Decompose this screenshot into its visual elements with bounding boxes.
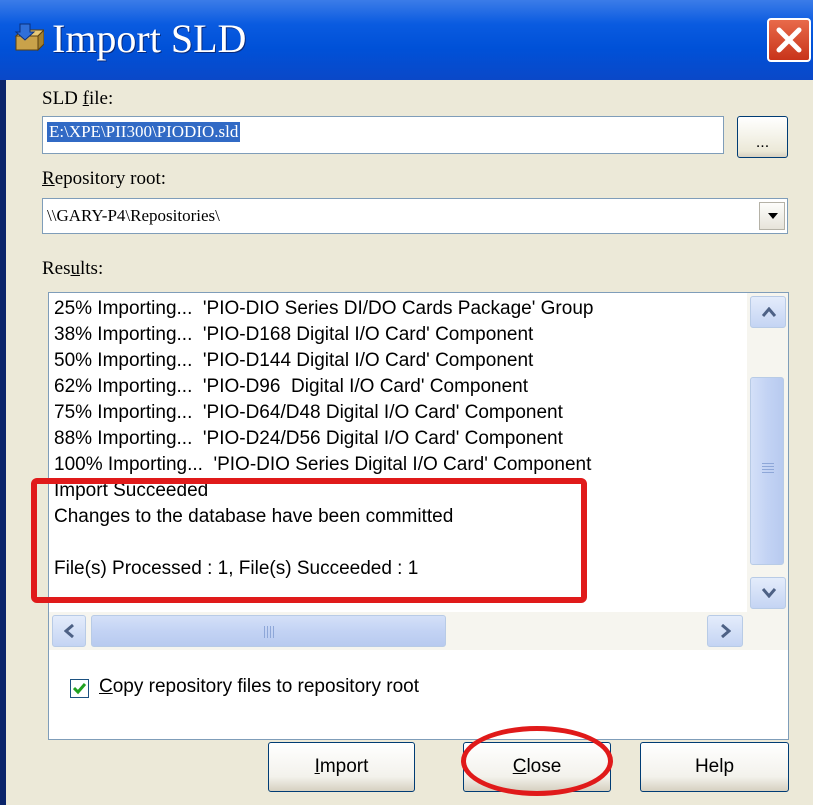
result-line: 75% Importing... 'PIO-D64/D48 Digital I/… bbox=[54, 402, 563, 423]
horizontal-scroll-thumb[interactable] bbox=[91, 615, 446, 647]
scroll-up-button[interactable] bbox=[750, 296, 786, 328]
chevron-down-icon bbox=[768, 213, 778, 219]
result-line: 38% Importing... 'PIO-D168 Digital I/O C… bbox=[54, 324, 534, 345]
result-line: 88% Importing... 'PIO-D24/D56 Digital I/… bbox=[54, 428, 563, 449]
import-button[interactable]: Import bbox=[268, 742, 415, 792]
import-package-icon bbox=[14, 23, 44, 52]
scroll-right-button[interactable] bbox=[707, 615, 743, 647]
sld-file-label: SLD file: bbox=[42, 88, 114, 109]
help-button[interactable]: Help bbox=[640, 742, 789, 792]
chevron-left-icon bbox=[64, 624, 74, 638]
close-icon bbox=[776, 27, 802, 53]
result-line: 100% Importing... 'PIO-DIO Series Digita… bbox=[54, 454, 592, 475]
chevron-right-icon bbox=[721, 624, 731, 638]
window-title: Import SLD bbox=[52, 16, 247, 61]
scroll-down-button[interactable] bbox=[750, 577, 786, 609]
vertical-scroll-thumb[interactable] bbox=[750, 377, 784, 565]
result-line: 25% Importing... 'PIO-DIO Series DI/DO C… bbox=[54, 298, 594, 319]
result-line: 62% Importing... 'PIO-D96 Digital I/O Ca… bbox=[54, 376, 529, 397]
scroll-left-button[interactable] bbox=[52, 615, 86, 647]
close-button-highlight-annotation bbox=[461, 726, 613, 796]
sld-file-value: E:\XPE\PII300\PIODIO.sld bbox=[47, 122, 241, 142]
vertical-scrollbar[interactable] bbox=[747, 293, 788, 612]
horizontal-scrollbar[interactable] bbox=[49, 612, 788, 650]
title-bar[interactable]: Import SLD bbox=[0, 0, 813, 80]
sld-file-field[interactable]: E:\XPE\PII300\PIODIO.sld bbox=[42, 116, 724, 154]
results-label: Results: bbox=[42, 258, 104, 279]
chevron-down-icon bbox=[762, 588, 776, 598]
repository-root-combobox[interactable]: \\GARY-P4\Repositories\ bbox=[42, 198, 788, 234]
close-window-button[interactable] bbox=[767, 18, 811, 62]
result-line: 50% Importing... 'PIO-D144 Digital I/O C… bbox=[54, 350, 534, 371]
browse-button[interactable]: ... bbox=[737, 116, 788, 158]
repository-root-value: \\GARY-P4\Repositories\ bbox=[47, 206, 220, 225]
chevron-up-icon bbox=[762, 307, 776, 317]
import-sld-dialog: Import SLD SLD file: E:\XPE\PII300\PIODI… bbox=[0, 0, 813, 805]
result-highlight-annotation bbox=[31, 478, 587, 603]
repository-root-label: Repository root: bbox=[42, 168, 167, 189]
copy-repository-files-label[interactable]: Copy repository files to repository root bbox=[99, 676, 419, 698]
dialog-body: SLD file: E:\XPE\PII300\PIODIO.sld ... R… bbox=[6, 80, 813, 805]
repository-root-dropdown-button[interactable] bbox=[759, 202, 785, 230]
checkmark-icon bbox=[73, 683, 86, 695]
copy-repository-files-checkbox[interactable] bbox=[70, 679, 89, 698]
